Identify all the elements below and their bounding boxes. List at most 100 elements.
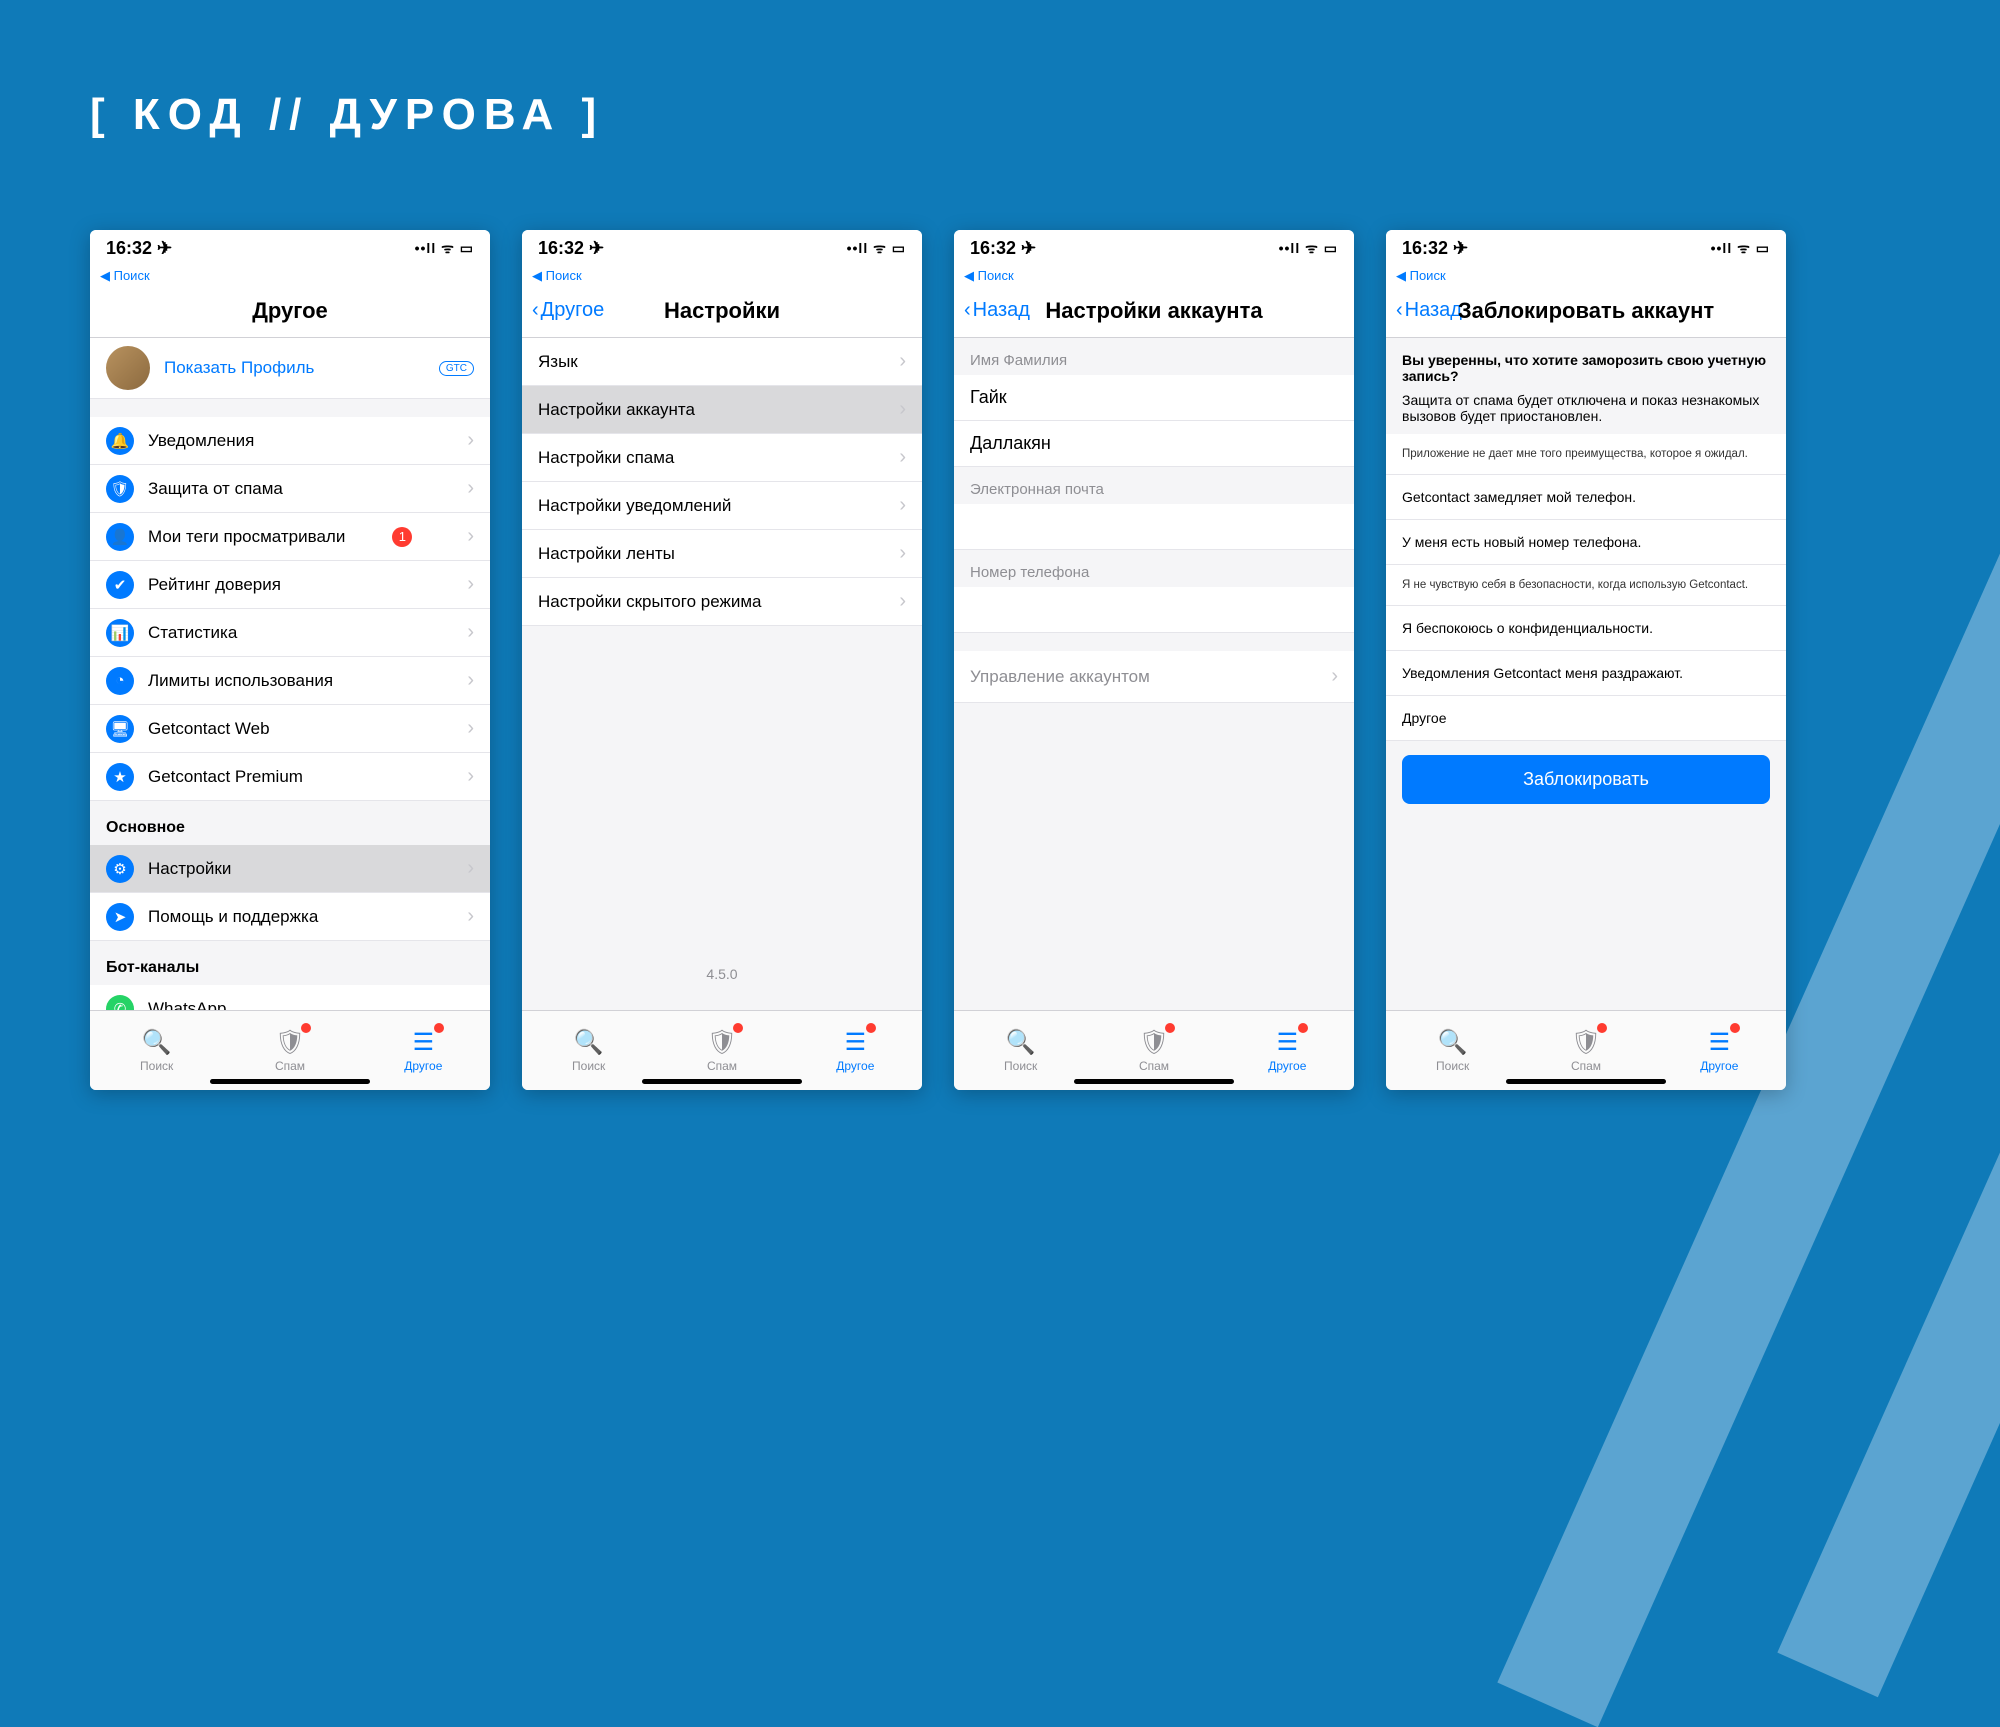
phone-field[interactable] bbox=[954, 587, 1354, 633]
back-button[interactable]: ‹Другое bbox=[522, 299, 604, 322]
email-field[interactable] bbox=[954, 504, 1354, 550]
row-language[interactable]: Язык › bbox=[522, 338, 922, 386]
avatar bbox=[106, 346, 150, 390]
row-hidden-mode[interactable]: Настройки скрытого режима› bbox=[522, 578, 922, 626]
profile-link: Показать Профиль bbox=[164, 358, 439, 378]
row-label: Getcontact Premium bbox=[148, 767, 303, 787]
tab-other[interactable]: ☰Другое bbox=[357, 1011, 490, 1090]
tab-search[interactable]: 🔍Поиск bbox=[522, 1011, 655, 1090]
tab-label: Поиск bbox=[1436, 1059, 1469, 1073]
phone-other: 16:32 ✈ ••ll ᯤ ▭ ◀ Поиск Другое Показать… bbox=[90, 230, 490, 1090]
chart-icon: 📊 bbox=[106, 619, 134, 647]
first-name-field[interactable]: Гайк bbox=[954, 375, 1354, 421]
status-icons: ••ll ᯤ ▭ bbox=[1279, 239, 1338, 258]
chevron-right-icon: › bbox=[899, 350, 906, 373]
status-time: 16:32 ✈ bbox=[970, 238, 1036, 259]
row-whatsapp[interactable]: ✆ WhatsApp bbox=[90, 985, 490, 1010]
tab-search[interactable]: 🔍 Поиск bbox=[90, 1011, 223, 1090]
row-notifications[interactable]: 🔔 Уведомления › bbox=[90, 417, 490, 465]
row-statistics[interactable]: 📊 Статистика › bbox=[90, 609, 490, 657]
block-button[interactable]: Заблокировать bbox=[1402, 755, 1770, 804]
row-feed-settings[interactable]: Настройки ленты› bbox=[522, 530, 922, 578]
tab-search[interactable]: 🔍Поиск bbox=[1386, 1011, 1519, 1090]
status-time: 16:32 ✈ bbox=[106, 238, 172, 259]
navbar: Другое bbox=[90, 284, 490, 338]
row-label: Настройки спама bbox=[538, 448, 674, 468]
chevron-right-icon: › bbox=[467, 669, 474, 692]
chevron-right-icon: › bbox=[899, 494, 906, 517]
row-label: Настройки уведомлений bbox=[538, 496, 731, 516]
row-spam-settings[interactable]: Настройки спама› bbox=[522, 434, 922, 482]
row-label: Помощь и поддержка bbox=[148, 907, 318, 927]
reason-option[interactable]: Я не чувствую себя в безопасности, когда… bbox=[1386, 565, 1786, 606]
chevron-right-icon: › bbox=[899, 398, 906, 421]
name-label: Имя Фамилия bbox=[954, 338, 1354, 375]
gtc-pill: GTC bbox=[439, 361, 474, 376]
phone-account-settings: 16:32 ✈ ••ll ᯤ ▭ ◀ Поиск ‹Назад Настройк… bbox=[954, 230, 1354, 1090]
tab-label: Другое bbox=[836, 1059, 874, 1073]
row-spam-protection[interactable]: 🛡 Защита от спама › bbox=[90, 465, 490, 513]
notification-dot bbox=[434, 1023, 444, 1033]
tab-search[interactable]: 🔍Поиск bbox=[954, 1011, 1087, 1090]
tab-other[interactable]: ☰Другое bbox=[1221, 1011, 1354, 1090]
row-settings[interactable]: ⚙ Настройки › bbox=[90, 845, 490, 893]
phone-block-account: 16:32 ✈ ••ll ᯤ ▭ ◀ Поиск ‹Назад Заблокир… bbox=[1386, 230, 1786, 1090]
notification-dot bbox=[1730, 1023, 1740, 1033]
row-notif-settings[interactable]: Настройки уведомлений › bbox=[522, 482, 922, 530]
reason-option[interactable]: Я беспокоюсь о конфиденциальности. bbox=[1386, 606, 1786, 651]
breadcrumb[interactable]: ◀ Поиск bbox=[522, 266, 922, 284]
chevron-left-icon: ‹ bbox=[964, 299, 971, 322]
help-icon: ➤ bbox=[106, 903, 134, 931]
last-name-field[interactable]: Даллакян bbox=[954, 421, 1354, 467]
row-label: Getcontact Web bbox=[148, 719, 270, 739]
shield-icon: 🛡 bbox=[1139, 1028, 1169, 1057]
breadcrumb[interactable]: ◀ Поиск bbox=[954, 266, 1354, 284]
row-account-settings[interactable]: Настройки аккаунта› bbox=[522, 386, 922, 434]
back-label: Назад bbox=[1405, 299, 1462, 322]
row-label: Язык bbox=[538, 352, 578, 372]
chevron-right-icon: › bbox=[899, 542, 906, 565]
back-button[interactable]: ‹Назад bbox=[1386, 299, 1462, 322]
confirm-text: Защита от спама будет отключена и показ … bbox=[1402, 392, 1770, 424]
phone-label: Номер телефона bbox=[954, 550, 1354, 587]
row-tags-viewed[interactable]: 👤 Мои теги просматривали 1 › bbox=[90, 513, 490, 561]
tab-bar: 🔍Поиск 🛡Спам ☰Другое bbox=[90, 1010, 490, 1090]
reason-option[interactable]: У меня есть новый номер телефона. bbox=[1386, 520, 1786, 565]
row-help[interactable]: ➤ Помощь и поддержка › bbox=[90, 893, 490, 941]
breadcrumb[interactable]: ◀ Поиск bbox=[90, 266, 490, 284]
bell-icon: 🔔 bbox=[106, 427, 134, 455]
row-trust-rating[interactable]: ✔ Рейтинг доверия › bbox=[90, 561, 490, 609]
menu-icon: ☰ bbox=[845, 1028, 867, 1057]
search-icon: 🔍 bbox=[142, 1028, 172, 1057]
reason-option[interactable]: Уведомления Getcontact меня раздражают. bbox=[1386, 651, 1786, 696]
row-getcontact-premium[interactable]: ★ Getcontact Premium › bbox=[90, 753, 490, 801]
back-button[interactable]: ‹Назад bbox=[954, 299, 1030, 322]
notification-dot bbox=[866, 1023, 876, 1033]
section-main: Основное bbox=[90, 801, 490, 845]
navbar: ‹Другое Настройки bbox=[522, 284, 922, 338]
reason-option[interactable]: Приложение не дает мне того преимущества… bbox=[1386, 434, 1786, 475]
shield-icon: 🛡 bbox=[707, 1028, 737, 1057]
section-bots: Бот-каналы bbox=[90, 941, 490, 985]
chevron-right-icon: › bbox=[1331, 665, 1338, 688]
chevron-right-icon: › bbox=[467, 765, 474, 788]
notification-dot bbox=[1298, 1023, 1308, 1033]
profile-row[interactable]: Показать Профиль GTC bbox=[90, 338, 490, 399]
chevron-right-icon: › bbox=[467, 477, 474, 500]
tab-label: Спам bbox=[707, 1059, 737, 1073]
chevron-right-icon: › bbox=[467, 905, 474, 928]
row-label: Управление аккаунтом bbox=[970, 667, 1150, 687]
reason-option[interactable]: Getcontact замедляет мой телефон. bbox=[1386, 475, 1786, 520]
status-bar: 16:32 ✈ ••ll ᯤ ▭ bbox=[1386, 230, 1786, 266]
tab-label: Поиск bbox=[140, 1059, 173, 1073]
breadcrumb[interactable]: ◀ Поиск bbox=[1386, 266, 1786, 284]
status-icons: ••ll ᯤ ▭ bbox=[415, 239, 474, 258]
row-manage-account[interactable]: Управление аккаунтом › bbox=[954, 651, 1354, 703]
tab-other[interactable]: ☰ Другое bbox=[789, 1011, 922, 1090]
phone-settings: 16:32 ✈ ••ll ᯤ ▭ ◀ Поиск ‹Другое Настрой… bbox=[522, 230, 922, 1090]
reason-option[interactable]: Другое bbox=[1386, 696, 1786, 741]
tab-label: Спам bbox=[275, 1059, 305, 1073]
tab-other[interactable]: ☰Другое bbox=[1653, 1011, 1786, 1090]
row-getcontact-web[interactable]: 🖥 Getcontact Web › bbox=[90, 705, 490, 753]
row-usage-limits[interactable]: ◔ Лимиты использования › bbox=[90, 657, 490, 705]
